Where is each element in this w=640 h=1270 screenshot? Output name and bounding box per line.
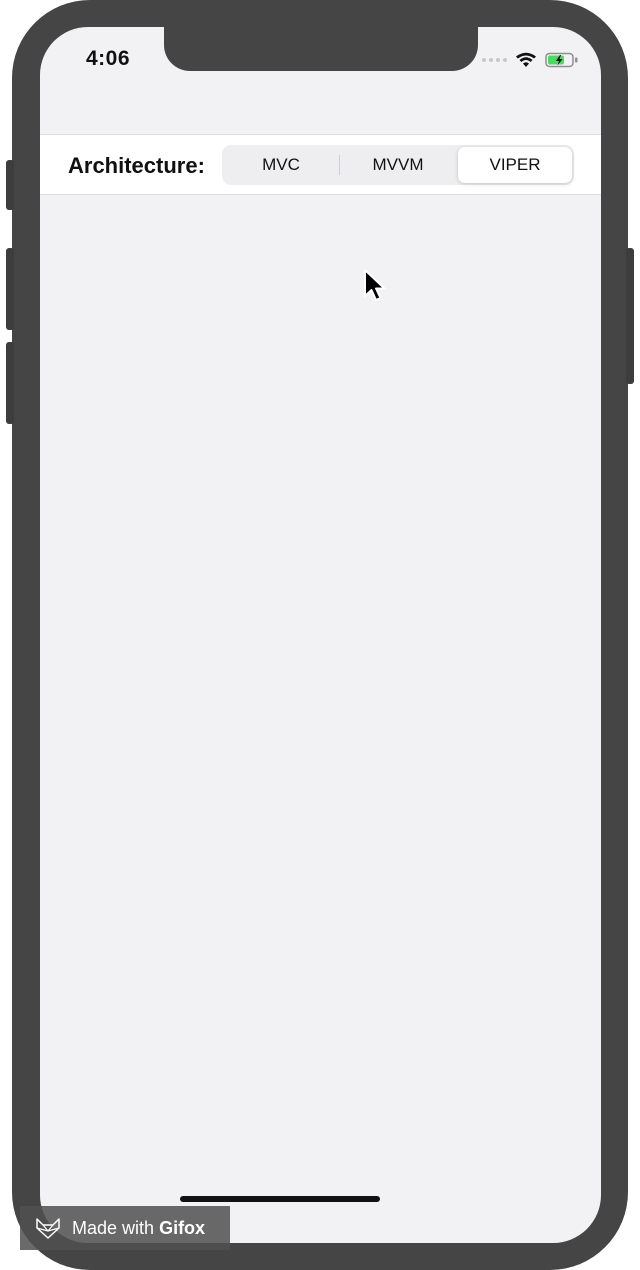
- wifi-icon: [516, 52, 536, 67]
- notch: [164, 27, 478, 71]
- status-icons: [482, 52, 579, 68]
- segment-mvc[interactable]: MVC: [224, 147, 338, 183]
- mute-switch: [6, 160, 14, 210]
- segment-mvvm[interactable]: MVVM: [340, 147, 456, 183]
- architecture-label: Architecture:: [68, 153, 205, 178]
- volume-up-button: [6, 248, 14, 330]
- gifox-fox-icon: [36, 1218, 60, 1239]
- power-button: [626, 248, 634, 384]
- battery-icon: [545, 52, 578, 68]
- gifox-watermark: Made with Gifox: [20, 1206, 230, 1250]
- mouse-pointer-icon: [364, 269, 386, 301]
- app-screen: 4:06 Architecture: MVC MVVM VIPER: [40, 27, 601, 1243]
- segment-viper-selected[interactable]: VIPER: [458, 147, 572, 183]
- volume-down-button: [6, 342, 14, 424]
- cellular-signal-icon: [482, 58, 507, 62]
- iphone-device: 4:06 Architecture: MVC MVVM VIPER Made w…: [0, 0, 640, 1270]
- watermark-text: Made with Gifox: [72, 1218, 205, 1239]
- watermark-brand: Gifox: [159, 1217, 206, 1238]
- home-indicator[interactable]: [180, 1196, 380, 1202]
- architecture-toolbar: Architecture: MVC MVVM VIPER: [40, 134, 601, 195]
- status-time: 4:06: [86, 47, 131, 70]
- watermark-prefix: Made with: [72, 1217, 155, 1238]
- architecture-segmented-control[interactable]: MVC MVVM VIPER: [222, 145, 574, 185]
